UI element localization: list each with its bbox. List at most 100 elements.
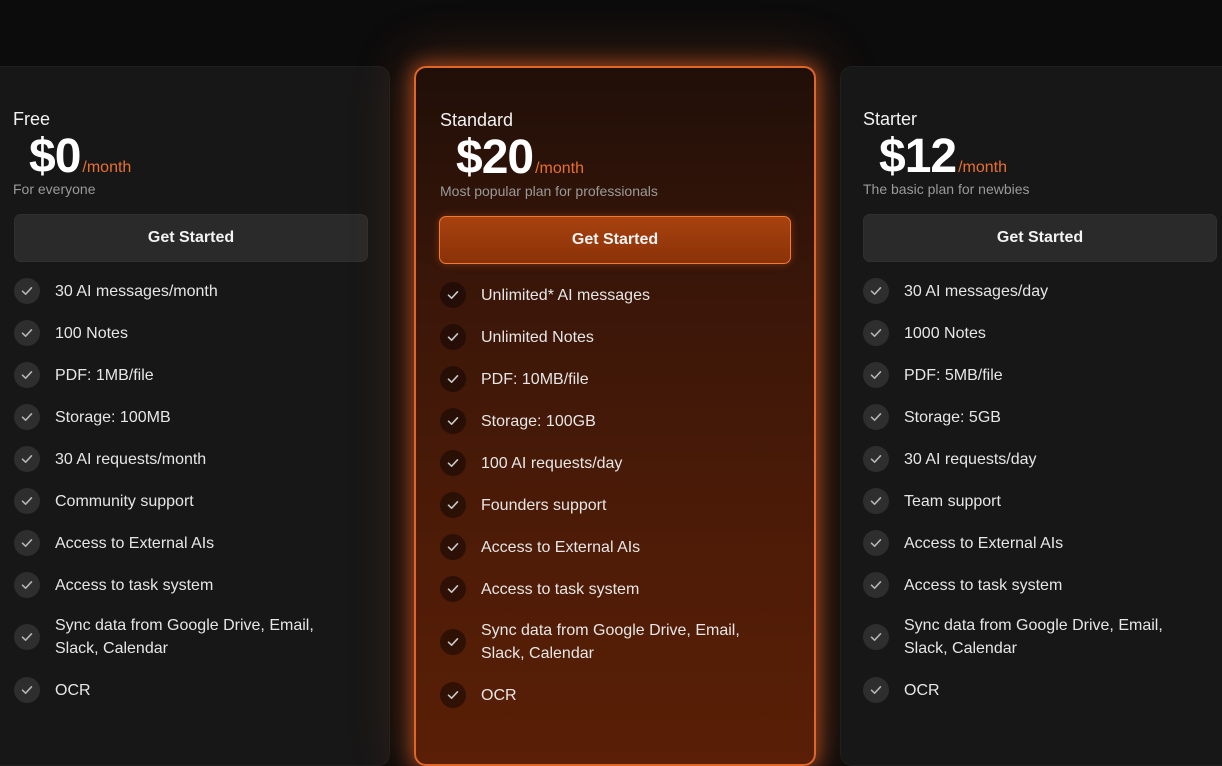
check-icon: [440, 682, 466, 708]
feature-label: Access to task system: [904, 576, 1063, 594]
feature-item: 30 AI messages/month: [14, 278, 218, 304]
check-icon: [863, 362, 889, 388]
feature-label: 30 AI messages/month: [55, 282, 218, 300]
feature-label: Access to External AIs: [904, 534, 1064, 552]
check-icon: [863, 320, 889, 346]
feature-label: 100 Notes: [55, 324, 128, 342]
feature-label: Storage: 100GB: [481, 412, 596, 430]
feature-item: Unlimited Notes: [440, 324, 594, 350]
check-icon: [440, 366, 466, 392]
plan-name: Standard: [440, 110, 514, 130]
feature-item: Access to task system: [440, 576, 639, 602]
feature-item: Community support: [14, 488, 194, 514]
feature-item: Access to External AIs: [14, 530, 214, 556]
feature-label: Storage: 5GB: [904, 408, 1001, 426]
check-icon: [863, 488, 889, 514]
check-icon: [863, 572, 889, 598]
plan-card-starter: Starter $12 /month The basic plan for ne…: [840, 66, 1222, 766]
check-icon: [14, 278, 40, 304]
feature-item: 30 AI requests/month: [14, 446, 206, 472]
feature-item: OCR: [863, 677, 940, 703]
check-icon: [14, 320, 40, 346]
feature-label: 1000 Notes: [904, 324, 986, 342]
get-started-button[interactable]: Get Started: [863, 214, 1217, 262]
check-icon: [14, 624, 40, 650]
feature-label: Sync data from Google Drive, Email, Slac…: [55, 617, 314, 657]
billing-period: /month: [958, 159, 1008, 176]
feature-label: Community support: [55, 492, 194, 510]
check-icon: [14, 677, 40, 703]
feature-label: Access to task system: [55, 576, 214, 594]
check-icon: [440, 534, 466, 560]
feature-label: 30 AI requests/month: [55, 450, 207, 468]
check-icon: [863, 677, 889, 703]
check-icon: [14, 530, 40, 556]
check-icon: [440, 576, 466, 602]
check-icon: [440, 492, 466, 518]
plan-tagline: The basic plan for newbies: [863, 181, 1030, 197]
get-started-button[interactable]: Get Started: [439, 216, 791, 264]
check-icon: [14, 404, 40, 430]
check-icon: [863, 446, 889, 472]
plan-price: $0: [29, 130, 81, 183]
feature-item: 1000 Notes: [863, 320, 986, 346]
check-icon: [14, 488, 40, 514]
plan-tagline: Most popular plan for professionals: [440, 183, 658, 199]
feature-item: Access to External AIs: [440, 534, 640, 560]
feature-label: 100 AI requests/day: [481, 454, 623, 472]
feature-label: Storage: 100MB: [55, 408, 171, 426]
feature-label: OCR: [904, 681, 940, 699]
feature-label: Access to External AIs: [55, 534, 215, 552]
plan-price: $12: [879, 130, 957, 183]
feature-label: Team support: [904, 492, 1001, 510]
feature-item: PDF: 5MB/file: [863, 362, 1003, 388]
check-icon: [863, 530, 889, 556]
price-row: $0 /month: [29, 129, 131, 184]
get-started-button[interactable]: Get Started: [14, 214, 368, 262]
check-icon: [440, 408, 466, 434]
feature-label: Access to task system: [481, 580, 640, 598]
check-icon: [14, 446, 40, 472]
feature-label: Access to External AIs: [481, 538, 641, 556]
plan-card-free: Free $0 /month For everyone Get Started …: [0, 66, 390, 766]
feature-item: Access to task system: [863, 572, 1062, 598]
feature-item: Storage: 5GB: [863, 404, 1001, 430]
feature-item: 30 AI requests/day: [863, 446, 1037, 472]
billing-period: /month: [535, 160, 585, 177]
feature-item: Storage: 100GB: [440, 408, 596, 434]
feature-item: 100 AI requests/day: [440, 450, 622, 476]
price-row: $20 /month: [456, 130, 584, 185]
check-icon: [440, 324, 466, 350]
check-icon: [440, 450, 466, 476]
feature-label: OCR: [481, 686, 517, 704]
feature-item: Unlimited* AI messages: [440, 282, 650, 308]
check-icon: [863, 404, 889, 430]
feature-item: 30 AI messages/day: [863, 278, 1048, 304]
feature-item: PDF: 10MB/file: [440, 366, 589, 392]
check-icon: [863, 624, 889, 650]
feature-item: Sync data from Google Drive, Email, Slac…: [440, 619, 771, 665]
feature-label: Founders support: [481, 496, 607, 514]
billing-period: /month: [82, 159, 132, 176]
plan-card-standard: Standard $20 /month Most popular plan fo…: [414, 66, 816, 766]
feature-item: Storage: 100MB: [14, 404, 171, 430]
feature-item: Sync data from Google Drive, Email, Slac…: [14, 614, 345, 660]
feature-label: Unlimited* AI messages: [481, 286, 650, 304]
check-icon: [440, 282, 466, 308]
feature-item: Founders support: [440, 492, 606, 518]
feature-item: OCR: [440, 682, 517, 708]
check-icon: [863, 278, 889, 304]
price-row: $12 /month: [879, 129, 1007, 184]
feature-label: PDF: 10MB/file: [481, 370, 589, 388]
feature-label: Sync data from Google Drive, Email, Slac…: [481, 622, 740, 662]
feature-label: Unlimited Notes: [481, 328, 594, 346]
feature-item: Sync data from Google Drive, Email, Slac…: [863, 614, 1194, 660]
plan-name: Free: [13, 109, 51, 129]
feature-item: Team support: [863, 488, 1001, 514]
plan-name: Starter: [863, 109, 918, 129]
check-icon: [14, 572, 40, 598]
plan-tagline: For everyone: [13, 181, 96, 197]
feature-item: OCR: [14, 677, 91, 703]
feature-item: Access to External AIs: [863, 530, 1063, 556]
feature-label: PDF: 1MB/file: [55, 366, 154, 384]
